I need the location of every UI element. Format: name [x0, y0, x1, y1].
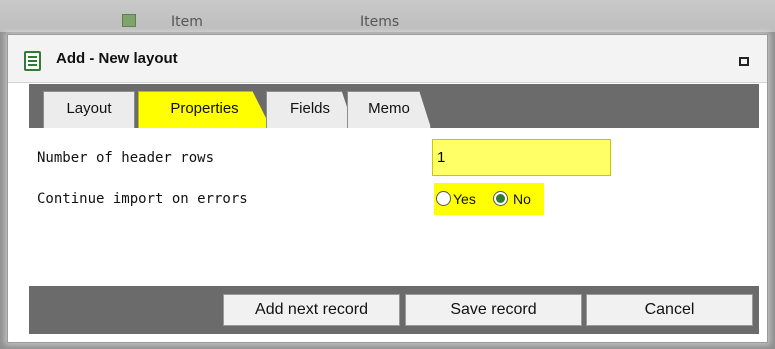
header-rows-highlight	[432, 139, 611, 176]
properties-panel: Number of header rows Continue import on…	[29, 128, 759, 286]
dialog-title: Add - New layout	[56, 50, 178, 67]
tab-fields-label: Fields	[289, 100, 330, 117]
tab-fields[interactable]: Fields	[266, 91, 354, 128]
tab-properties[interactable]: Properties	[138, 91, 271, 128]
radio-no-label[interactable]: No	[513, 191, 531, 207]
tab-memo[interactable]: Memo	[347, 91, 431, 128]
radio-yes[interactable]	[436, 191, 451, 206]
background-items-label: Items	[360, 14, 400, 30]
tab-layout-label: Layout	[66, 100, 112, 117]
form-icon	[24, 51, 41, 71]
header-rows-input[interactable]	[435, 145, 609, 169]
radio-no[interactable]	[493, 191, 508, 206]
header-rows-label: Number of header rows	[37, 150, 215, 166]
dialog: Add - New layout Layout Properties Field…	[7, 34, 768, 343]
cancel-button[interactable]: Cancel	[586, 294, 753, 326]
continue-import-options: Yes No	[434, 183, 544, 215]
tab-properties-label: Properties	[170, 100, 239, 117]
maximize-icon[interactable]	[739, 57, 749, 66]
action-bar: Add next record Save record Cancel	[29, 286, 759, 334]
spreadsheet-icon	[122, 14, 136, 27]
tab-layout[interactable]: Layout	[43, 91, 135, 128]
dialog-footer	[29, 334, 759, 342]
continue-import-label: Continue import on errors	[37, 191, 248, 207]
background-item-label: Item	[171, 14, 203, 30]
add-next-record-button[interactable]: Add next record	[223, 294, 400, 326]
radio-yes-label[interactable]: Yes	[453, 191, 476, 207]
dialog-titlebar: Add - New layout	[8, 35, 767, 83]
save-record-button[interactable]: Save record	[405, 294, 582, 326]
tab-bar: Layout Properties Fields Memo	[29, 84, 759, 128]
tab-memo-label: Memo	[368, 100, 410, 117]
